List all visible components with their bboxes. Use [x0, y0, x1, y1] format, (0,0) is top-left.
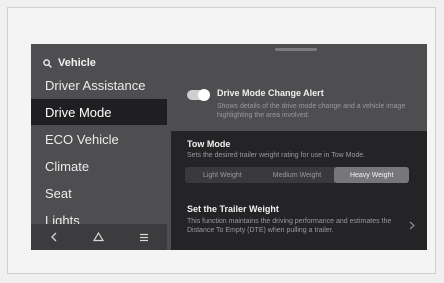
sidebar-item-climate[interactable]: Climate — [31, 153, 167, 179]
sidebar-item-eco-vehicle[interactable]: ECO Vehicle — [31, 126, 167, 152]
sidebar-item-label: Lights — [45, 212, 80, 225]
drive-mode-alert-description: Shows details of the drive mode change a… — [217, 103, 406, 119]
sidebar-item-seat[interactable]: Seat — [31, 180, 167, 206]
sidebar-item-drive-mode[interactable]: Drive Mode — [31, 99, 167, 125]
chevron-right-icon[interactable] — [409, 217, 415, 235]
sidebar-item-driver-assistance[interactable]: Driver Assistance — [31, 72, 167, 98]
bottom-nav-bar — [31, 224, 167, 250]
sidebar-list: Driver Assistance Drive Mode ECO Vehicle… — [31, 44, 167, 224]
trailer-weight-description: This function maintains the driving perf… — [187, 218, 392, 234]
sidebar-item-lights[interactable]: Lights — [31, 207, 167, 225]
drive-mode-alert-toggle[interactable] — [187, 89, 210, 101]
tow-mode-description: Sets the desired trailer weight rating f… — [187, 152, 366, 159]
menu-icon[interactable] — [134, 227, 154, 247]
sidebar: Vehicle Driver Assistance Drive Mode ECO… — [31, 44, 167, 250]
heavy-weight-option[interactable]: Heavy Weight — [334, 167, 410, 183]
sidebar-item-label: Drive Mode — [45, 104, 112, 120]
infotainment-screen: Vehicle Driver Assistance Drive Mode ECO… — [31, 44, 427, 250]
sidebar-item-label: Driver Assistance — [45, 77, 146, 93]
light-weight-option[interactable]: Light Weight — [185, 167, 260, 183]
tow-mode-panel: Tow Mode Sets the desired trailer weight… — [171, 131, 427, 250]
back-icon[interactable] — [44, 227, 64, 247]
home-icon[interactable] — [89, 227, 109, 247]
tow-weight-selector: Light Weight Medium Weight Heavy Weight — [185, 167, 410, 183]
settings-content: Drive Mode Change Alert Shows details of… — [171, 44, 427, 250]
medium-weight-option[interactable]: Medium Weight — [260, 167, 335, 183]
trailer-weight-title[interactable]: Set the Trailer Weight — [187, 204, 279, 214]
sidebar-item-label: Seat — [45, 185, 72, 201]
sidebar-item-label: Climate — [45, 158, 90, 174]
tow-mode-title: Tow Mode — [187, 139, 231, 149]
toggle-knob — [198, 89, 210, 101]
sidebar-item-label: ECO Vehicle — [45, 131, 119, 147]
drive-mode-alert-title: Drive Mode Change Alert — [217, 88, 324, 98]
